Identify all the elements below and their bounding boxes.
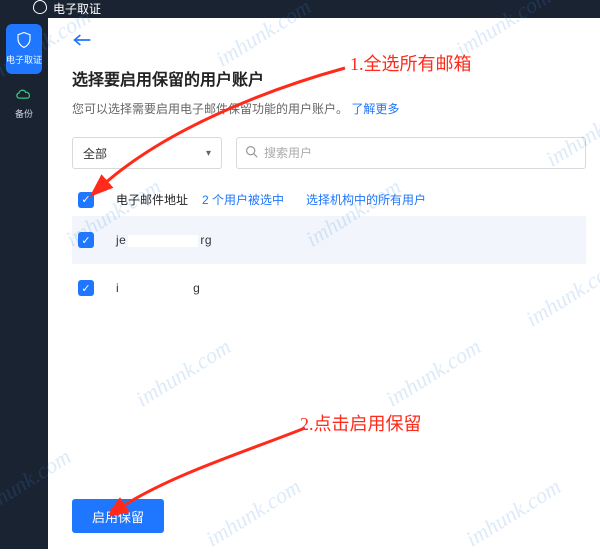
subtitle-text: 您可以选择需要启用电子邮件保留功能的用户账户。 [72,102,348,116]
select-all-checkbox[interactable]: ✓ [78,192,94,208]
shield-icon [33,0,47,14]
selected-count[interactable]: 2 个用户被选中 [202,191,284,208]
back-button[interactable] [72,28,96,52]
search-icon [245,145,258,161]
row-email: jerg [116,233,212,247]
table-row[interactable]: ✓ ig [72,264,586,312]
window-titlebar: 电子取证 [0,0,600,18]
app-title: 电子取证 [53,0,101,17]
row-checkbox[interactable]: ✓ [78,280,94,296]
sidebar-item-ediscovery[interactable]: 电子取证 [6,24,42,74]
table-row[interactable]: ✓ jerg [72,216,586,264]
page-title: 选择要启用保留的用户账户 [72,66,586,90]
search-box[interactable] [236,137,586,169]
column-email-label: 电子邮件地址 [116,191,188,208]
sidebar-item-label: 电子取证 [6,53,42,66]
row-checkbox[interactable]: ✓ [78,232,94,248]
learn-more-link[interactable]: 了解更多 [351,102,399,116]
sidebar-item-label: 备份 [15,107,33,120]
table-body: ✓ jerg ✓ ig [72,216,586,312]
search-input[interactable] [264,146,577,160]
page-subtitle: 您可以选择需要启用电子邮件保留功能的用户账户。 了解更多 [72,100,586,117]
redacted [128,235,198,247]
shield-icon [14,30,34,50]
table-header: ✓ 电子邮件地址 2 个用户被选中 选择机构中的所有用户 [72,191,586,208]
main-panel: 选择要启用保留的用户账户 您可以选择需要启用电子邮件保留功能的用户账户。 了解更… [48,18,600,549]
enable-hold-button[interactable]: 启用保留 [72,499,164,533]
sidebar-item-backup[interactable]: 备份 [6,78,42,128]
redacted [121,283,191,295]
select-all-org-link[interactable]: 选择机构中的所有用户 [306,191,426,208]
chevron-down-icon: ▾ [206,148,211,159]
filter-controls: 全部 ▾ [72,137,586,169]
filter-select[interactable]: 全部 ▾ [72,137,222,169]
cloud-icon [14,84,34,104]
row-email: ig [116,281,200,295]
sidebar: 电子取证 备份 [0,18,48,549]
filter-select-value: 全部 [83,145,107,162]
